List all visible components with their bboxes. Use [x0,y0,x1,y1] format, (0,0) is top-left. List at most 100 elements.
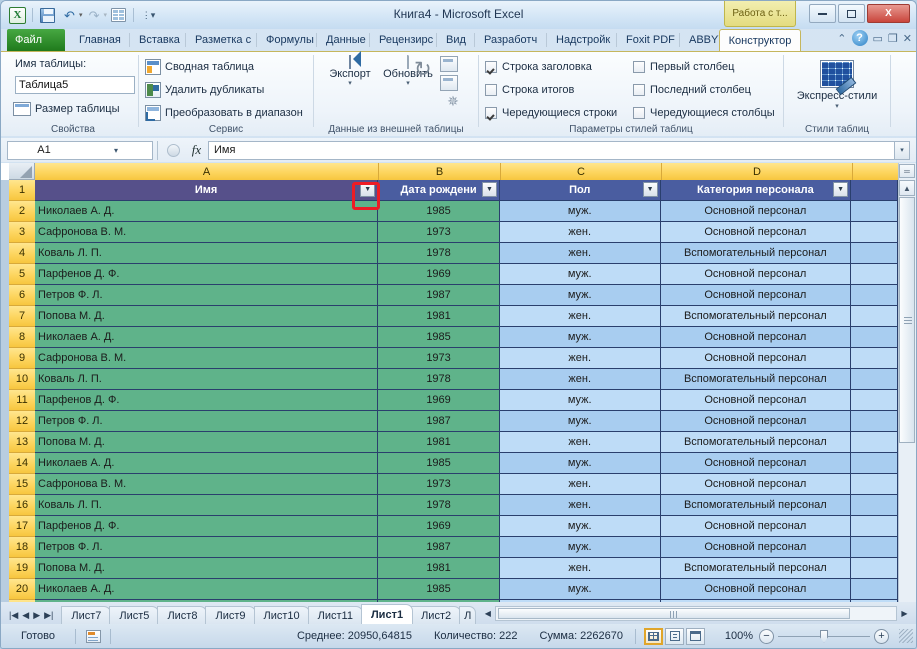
sheet-tab-partial[interactable]: Л [459,606,476,624]
cancel-formula-button[interactable] [162,141,185,160]
cell-name[interactable]: Сафронова В. М. [35,222,378,243]
cell-gender[interactable]: жен. [500,558,661,579]
cell-name[interactable]: Николаев А. Д. [35,453,378,474]
zoom-level[interactable]: 100% [713,630,753,642]
horizontal-scrollbar[interactable]: ◀ ▶ [480,604,912,622]
name-box[interactable]: A1 ▾ [7,141,153,160]
checkbox-first-column[interactable]: Первый столбец [633,55,734,78]
zoom-slider[interactable]: − + [753,629,897,644]
cell-birthdate[interactable]: 1981 [378,306,500,327]
cell-empty[interactable] [851,306,898,327]
row-header[interactable]: 8 [9,327,35,348]
table-name-input[interactable] [15,76,135,94]
row-header[interactable]: 9 [9,348,35,369]
minimize-button[interactable] [809,4,836,23]
scroll-right-button[interactable]: ▶ [897,606,912,621]
page-layout-view-button[interactable] [665,628,684,645]
cell-name[interactable]: Коваль Л. П. [35,495,378,516]
restore-button[interactable] [838,4,865,23]
cell-birthdate[interactable]: 1973 [378,348,500,369]
header-cell-gender[interactable]: Пол▼ [500,180,661,201]
tab-addins[interactable]: Надстройк [548,29,618,51]
cell-birthdate[interactable]: 1981 [378,432,500,453]
cell-category[interactable]: Основной персонал [661,264,852,285]
column-header-d[interactable]: D [662,163,853,180]
sheet-tab-list8[interactable]: Лист8 [157,606,207,624]
cell-empty[interactable] [851,264,898,285]
filter-dropdown-icon-d[interactable]: ▼ [833,182,848,197]
column-header-e[interactable] [853,163,900,180]
column-header-b[interactable]: B [379,163,501,180]
cell-birthdate[interactable]: 1969 [378,516,500,537]
sheet-tab-list2[interactable]: Лист2 [411,606,461,624]
cell-category[interactable]: Вспомогательный персонал [661,432,852,453]
next-sheet-button[interactable]: ▶ [33,610,40,621]
cell-gender[interactable]: муж. [500,285,661,306]
export-dropdown-icon[interactable]: ▾ [324,80,376,87]
cell-empty[interactable] [851,327,898,348]
filter-dropdown-icon-c[interactable]: ▼ [643,182,658,197]
unlink-icon[interactable]: ✵ [440,94,466,108]
sheet-tab-list7[interactable]: Лист7 [61,606,111,624]
cell-name[interactable]: Попова М. Д. [35,558,378,579]
cell-name[interactable]: Парфенов Д. Ф. [35,516,378,537]
cell-empty[interactable] [851,432,898,453]
row-header-1[interactable]: 1 [9,180,35,201]
row-header[interactable]: 4 [9,243,35,264]
cell-category[interactable]: Вспомогательный персонал [661,306,852,327]
cell-gender[interactable]: муж. [500,390,661,411]
zoom-slider-thumb[interactable] [820,630,828,643]
vertical-scrollbar[interactable]: ═ ▲ [898,163,916,602]
cell-category[interactable]: Основной персонал [661,474,852,495]
header-cell-name[interactable]: Имя▼ [35,180,378,201]
cell-empty[interactable] [851,243,898,264]
expand-formula-bar-icon[interactable]: ▾ [894,141,910,160]
sheet-tab-list9[interactable]: Лист9 [205,606,255,624]
row-header[interactable]: 5 [9,264,35,285]
cell-gender[interactable]: муж. [500,579,661,600]
ribbon-close-icon[interactable]: ✕ [903,32,912,45]
cell-category[interactable]: Основной персонал [661,348,852,369]
cell-empty[interactable] [851,222,898,243]
cell-gender[interactable]: жен. [500,432,661,453]
zoom-in-button[interactable]: + [874,629,889,644]
cell-birthdate[interactable]: 1987 [378,285,500,306]
row-header[interactable]: 14 [9,453,35,474]
tab-file[interactable]: Файл [7,29,65,51]
first-sheet-button[interactable]: |◀ [9,610,18,621]
refresh-dropdown-icon[interactable]: ▾ [382,80,434,87]
cell-name[interactable]: Сафронова В. М. [35,474,378,495]
column-header-a[interactable]: A [35,163,379,180]
cell-category[interactable]: Основной персонал [661,411,852,432]
page-break-preview-button[interactable] [686,628,705,645]
row-header[interactable]: 12 [9,411,35,432]
cell-empty[interactable] [851,453,898,474]
convert-to-range-button[interactable]: Преобразовать в диапазон [145,102,303,124]
resize-table-button[interactable]: Размер таблицы [13,98,119,120]
zoom-slider-track[interactable] [778,636,870,637]
quick-styles-dropdown-icon[interactable]: ▾ [786,102,888,110]
export-button[interactable]: Экспорт ▾ [324,56,376,87]
formula-input[interactable]: Имя [208,141,894,160]
cell-birthdate[interactable]: 1973 [378,474,500,495]
cell-gender[interactable]: муж. [500,264,661,285]
tab-review[interactable]: Рецензирс [371,29,441,51]
tab-formulas[interactable]: Формулы [258,29,322,51]
scroll-up-button[interactable]: ▲ [899,180,915,196]
cell-gender[interactable]: муж. [500,327,661,348]
cell-gender[interactable]: муж. [500,411,661,432]
row-header[interactable]: 18 [9,537,35,558]
row-header[interactable]: 7 [9,306,35,327]
cell-empty[interactable] [851,411,898,432]
cell-category[interactable]: Основной персонал [661,285,852,306]
row-header[interactable]: 16 [9,495,35,516]
insert-function-button[interactable]: fx [185,141,208,160]
checkbox-total-row[interactable]: Строка итогов [485,78,574,101]
cell-category[interactable]: Основной персонал [661,327,852,348]
sheet-tab-list1[interactable]: Лист1 [361,604,413,624]
cell-birthdate[interactable]: 1981 [378,558,500,579]
zoom-out-button[interactable]: − [759,629,774,644]
cell-name[interactable]: Коваль Л. П. [35,243,378,264]
header-cell-empty[interactable] [851,180,898,201]
cell-category[interactable]: Основной персонал [661,516,852,537]
